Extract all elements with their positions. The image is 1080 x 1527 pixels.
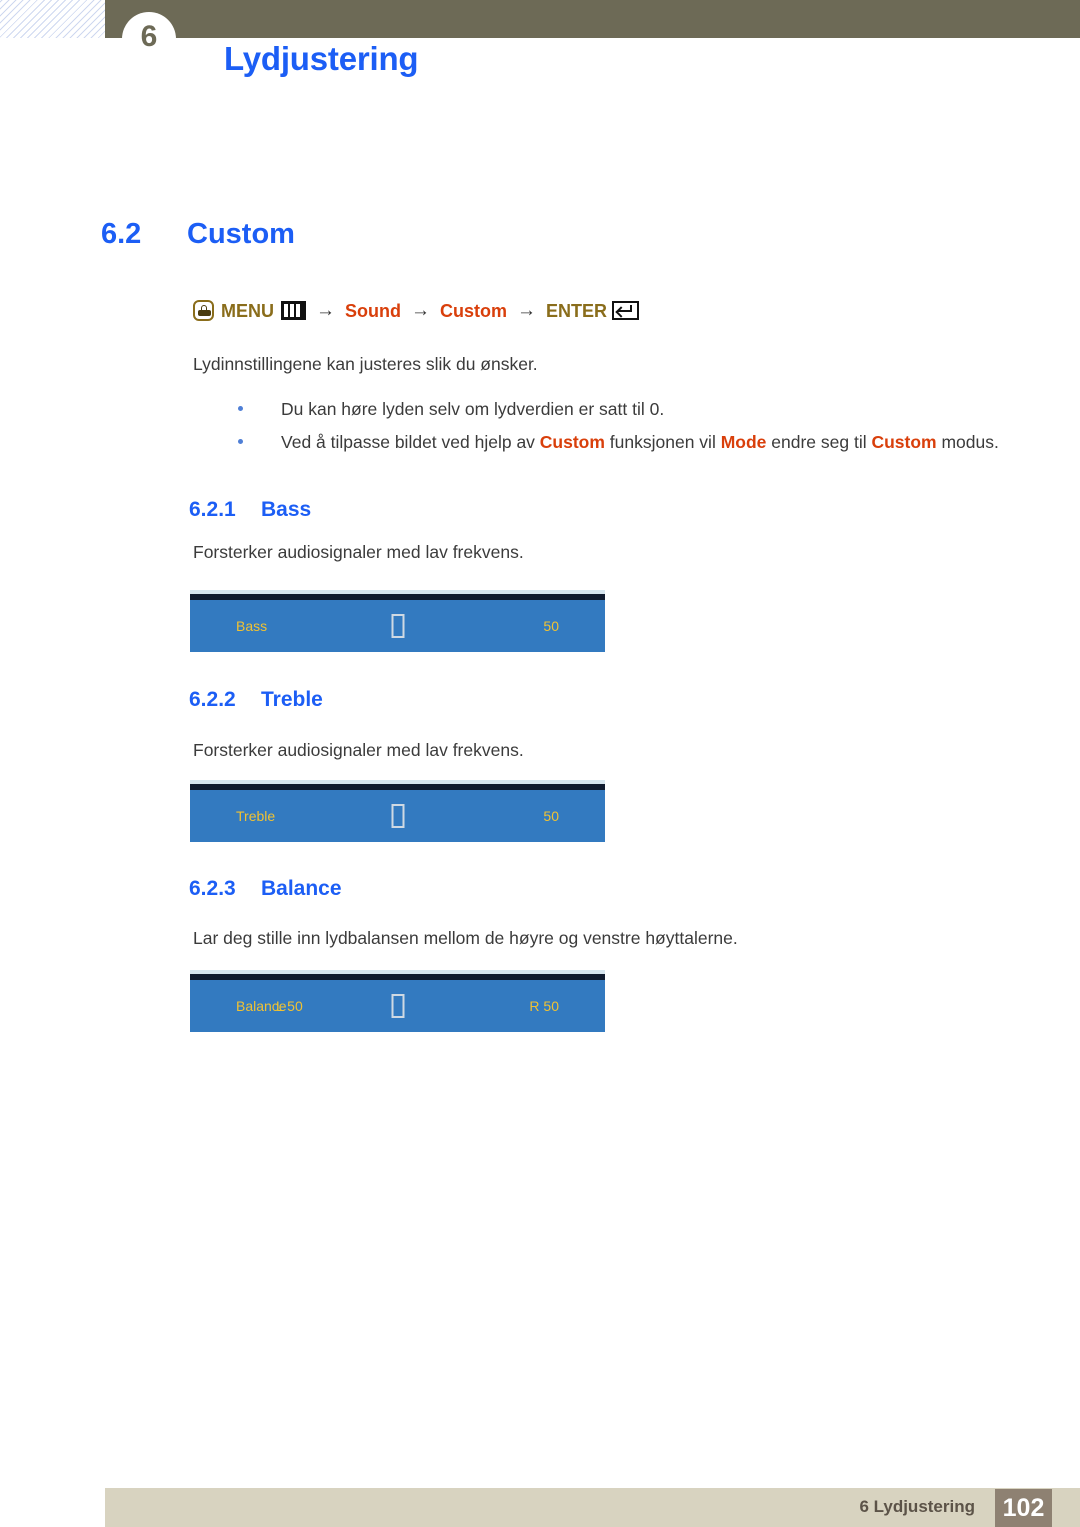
- intro-paragraph: Lydinnstillingene kan justeres slik du ø…: [193, 354, 538, 374]
- subsection-number: 6.2.1: [189, 498, 236, 521]
- osd-center-glyph: [391, 804, 404, 828]
- section-number: 6.2: [101, 218, 142, 250]
- chapter-badge: 6: [122, 12, 176, 66]
- subsection-title: Treble: [261, 688, 323, 711]
- osd-value: 50: [543, 808, 559, 824]
- enter-key-icon: [612, 301, 640, 320]
- subsection-description-bass: Forsterker audiosignaler med lav frekven…: [193, 542, 524, 562]
- osd-center-glyph: [391, 994, 404, 1018]
- osd-value: 50: [543, 618, 559, 634]
- bullet-text-1: Du kan høre lyden selv om lydverdien er …: [281, 399, 665, 419]
- osd-value: R 50: [529, 998, 559, 1014]
- section-title-text: Custom: [187, 218, 295, 250]
- menu-bars-icon: [281, 301, 306, 320]
- subsection-heading-balance: 6.2.3 Balance: [189, 877, 342, 901]
- osd-center-glyph: [391, 614, 404, 638]
- enter-label: ENTER: [546, 300, 608, 321]
- osd-body: Bass 50: [190, 600, 605, 652]
- arrow-icon-1: →: [316, 300, 335, 321]
- subsection-number: 6.2.2: [189, 688, 236, 711]
- menu-item-custom: Custom: [440, 300, 507, 321]
- osd-label: Bass: [236, 618, 268, 634]
- bullet-text-2: Ved å tilpasse bildet ved hjelp av Custo…: [281, 432, 999, 452]
- decorative-hatch-pattern: [0, 0, 106, 38]
- osd-sublabel: L 50: [276, 998, 303, 1014]
- arrow-icon-3: →: [517, 300, 536, 321]
- page-title: Lydjustering: [224, 40, 419, 77]
- subsection-heading-bass: 6.2.1 Bass: [189, 498, 311, 522]
- page-number: 102: [1002, 1493, 1045, 1522]
- section-heading: 6.2 Custom: [101, 218, 295, 251]
- footer-chapter-label: 6 Lydjustering: [859, 1497, 975, 1516]
- header-band: [105, 0, 1080, 38]
- hand-pointer-icon: [193, 300, 214, 321]
- subsection-heading-treble: 6.2.2 Treble: [189, 688, 323, 712]
- arrow-icon-2: →: [411, 300, 430, 321]
- menu-path-breadcrumb: MENU → Sound → Custom → ENTER: [193, 300, 640, 321]
- menu-label: MENU: [221, 300, 274, 321]
- subsection-number: 6.2.3: [189, 877, 236, 900]
- menu-item-sound: Sound: [345, 300, 401, 321]
- osd-body: Treble 50: [190, 790, 605, 842]
- subsection-description-treble: Forsterker audiosignaler med lav frekven…: [193, 740, 524, 760]
- list-item: Ved å tilpasse bildet ved hjelp av Custo…: [238, 432, 999, 453]
- subsection-title: Balance: [261, 877, 342, 900]
- subsection-title: Bass: [261, 498, 312, 521]
- osd-widget-balance: Balance L 50 R 50: [190, 970, 605, 1032]
- list-item: Du kan høre lyden selv om lydverdien er …: [238, 399, 664, 420]
- osd-label: Treble: [236, 808, 276, 824]
- bullet-dot-icon: [238, 439, 243, 444]
- osd-widget-treble: Treble 50: [190, 780, 605, 842]
- chapter-badge-number: 6: [140, 20, 158, 53]
- osd-body: Balance L 50 R 50: [190, 980, 605, 1032]
- bullet-dot-icon: [238, 406, 243, 411]
- page-number-box: 102: [995, 1489, 1052, 1527]
- osd-widget-bass: Bass 50: [190, 590, 605, 652]
- subsection-description-balance: Lar deg stille inn lydbalansen mellom de…: [193, 928, 738, 948]
